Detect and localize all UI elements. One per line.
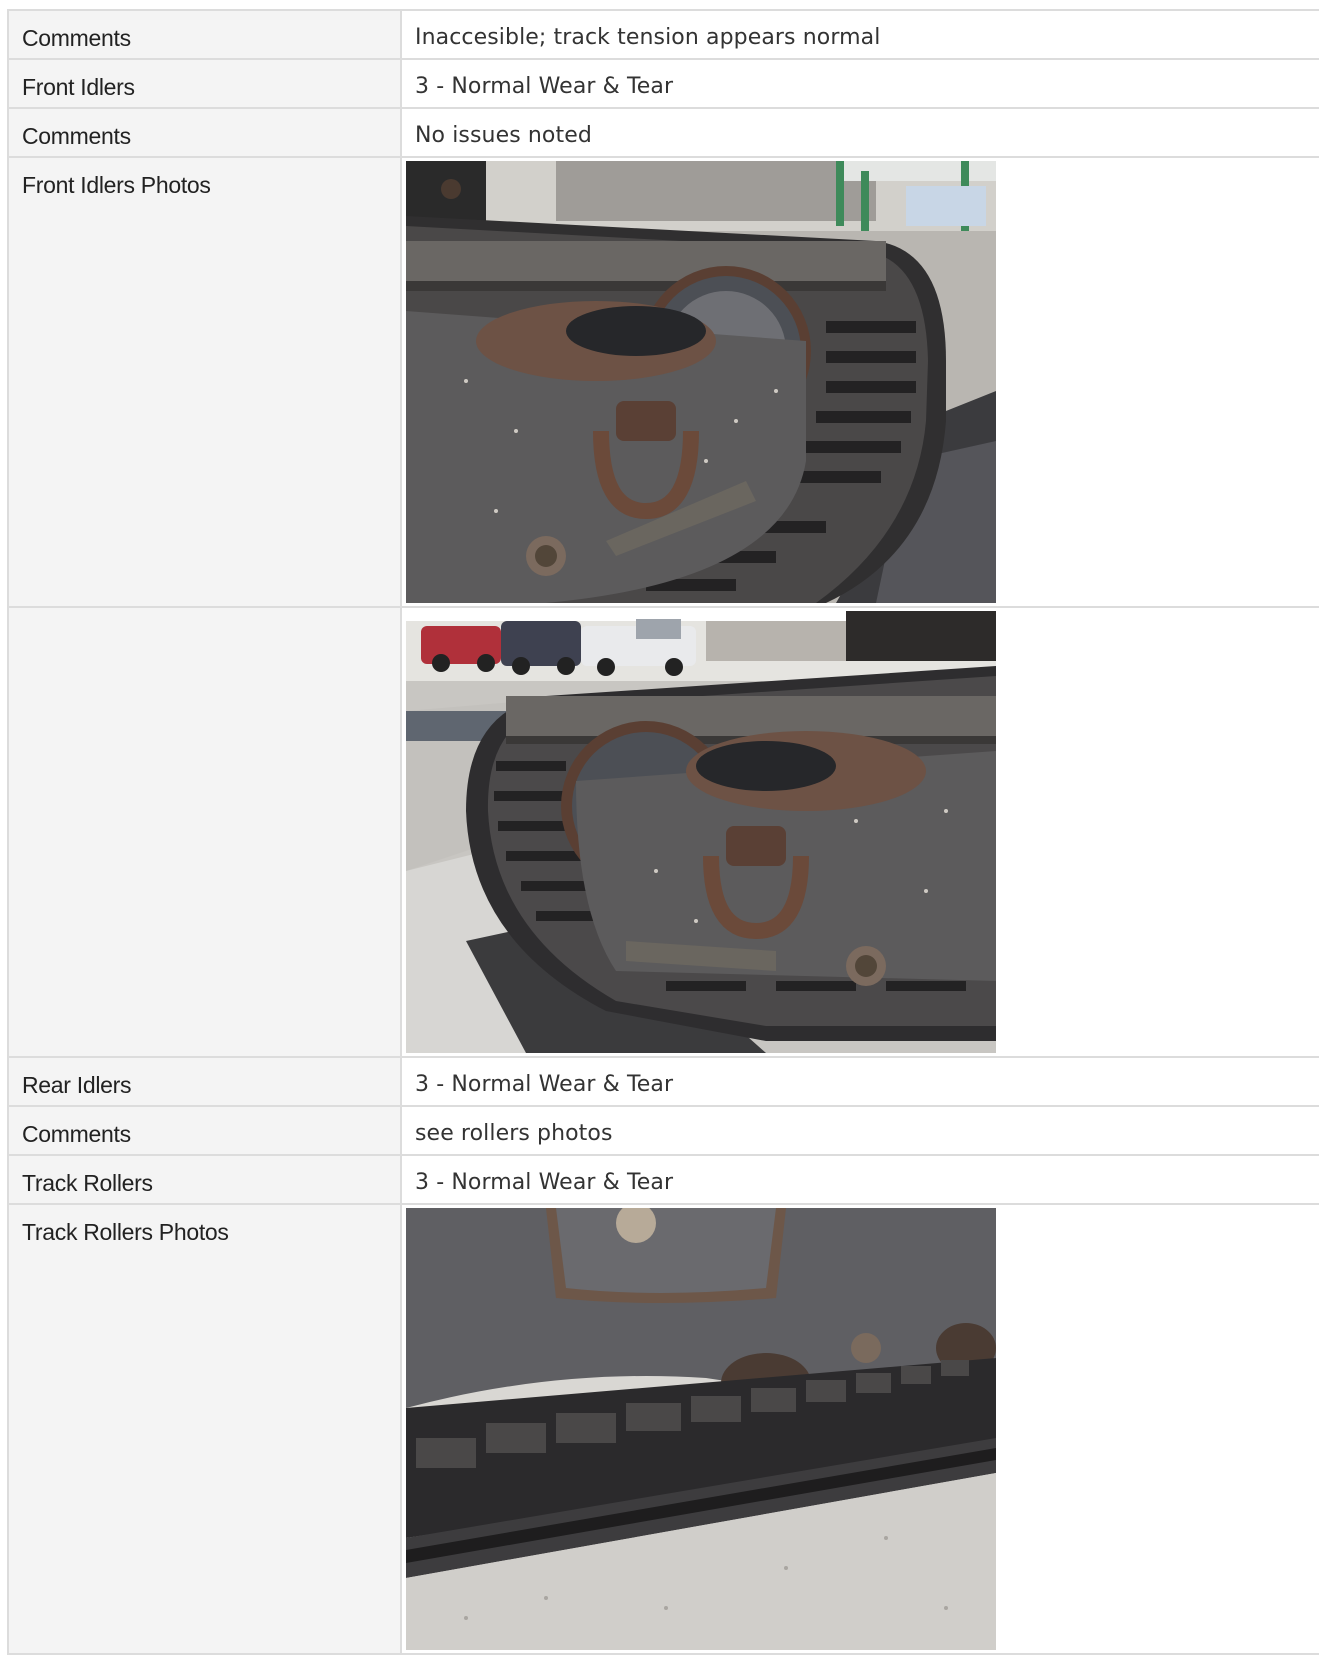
row-label-cell: Rear Idlers <box>7 1057 402 1107</box>
table-row: Track Rollers 3 - Normal Wear & Tear <box>7 1155 1319 1205</box>
row-value-cell: No issues noted <box>401 108 1319 158</box>
table-row: Front Idlers 3 - Normal Wear & Tear <box>7 59 1319 109</box>
row-label: Comments <box>22 1121 131 1147</box>
row-label: Comments <box>22 25 131 51</box>
row-value: 3 - Normal Wear & Tear <box>415 1170 674 1195</box>
front-idler-right-photo[interactable] <box>406 611 996 1053</box>
row-photo-cell <box>401 607 1319 1058</box>
table-row: Rear Idlers 3 - Normal Wear & Tear <box>7 1057 1319 1107</box>
row-value: see rollers photos <box>415 1121 613 1146</box>
row-label-cell: Comments <box>7 1106 402 1156</box>
row-label-cell: Track Rollers <box>7 1155 402 1205</box>
table-row: Comments see rollers photos <box>7 1106 1319 1156</box>
row-value: 3 - Normal Wear & Tear <box>415 1072 674 1097</box>
table-row: Front Idlers Photos <box>7 157 1319 608</box>
table-row: Track Rollers Photos <box>7 1204 1319 1655</box>
table-row: Comments No issues noted <box>7 108 1319 158</box>
row-photo-cell <box>401 157 1319 608</box>
row-label-cell: Front Idlers Photos <box>7 157 402 608</box>
row-label-cell: Track Rollers Photos <box>7 1204 402 1655</box>
row-label-cell: Comments <box>7 108 402 158</box>
row-label: Front Idlers <box>22 74 135 100</box>
row-label: Rear Idlers <box>22 1072 132 1098</box>
row-value: 3 - Normal Wear & Tear <box>415 74 674 99</box>
track-rollers-photo[interactable] <box>406 1208 996 1650</box>
row-value-cell: 3 - Normal Wear & Tear <box>401 1057 1319 1107</box>
row-value-cell: Inaccesible; track tension appears norma… <box>401 10 1319 60</box>
row-photo-cell <box>401 1204 1319 1655</box>
table-row: Comments Inaccesible; track tension appe… <box>7 10 1319 60</box>
row-label: Track Rollers Photos <box>22 1219 229 1245</box>
row-label-cell <box>7 607 402 1058</box>
row-value-cell: 3 - Normal Wear & Tear <box>401 59 1319 109</box>
row-label-cell: Front Idlers <box>7 59 402 109</box>
row-label: Track Rollers <box>22 1170 153 1196</box>
row-label-cell: Comments <box>7 10 402 60</box>
row-value-cell: see rollers photos <box>401 1106 1319 1156</box>
row-label: Front Idlers Photos <box>22 172 211 198</box>
inspection-report-table: Comments Inaccesible; track tension appe… <box>7 9 1319 1655</box>
row-value: Inaccesible; track tension appears norma… <box>415 25 881 50</box>
front-idler-left-photo[interactable] <box>406 161 996 603</box>
row-value-cell: 3 - Normal Wear & Tear <box>401 1155 1319 1205</box>
table-row <box>7 607 1319 1058</box>
row-value: No issues noted <box>415 123 592 148</box>
row-label: Comments <box>22 123 131 149</box>
